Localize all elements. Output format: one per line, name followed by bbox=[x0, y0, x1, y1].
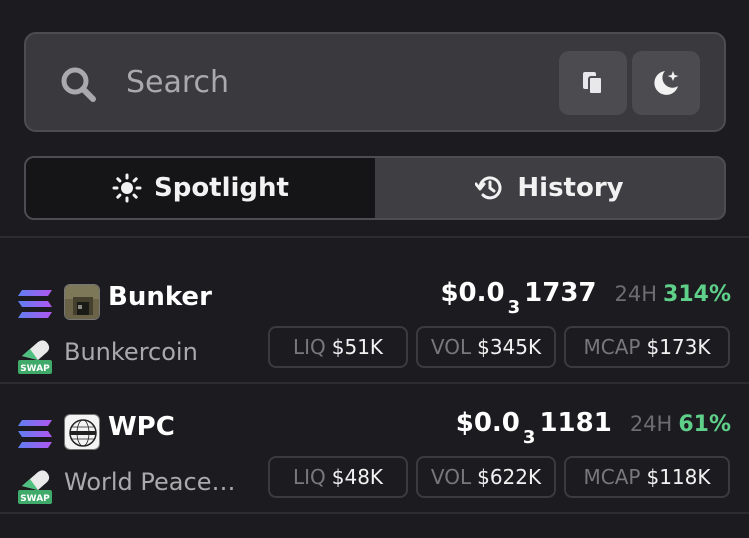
swap-dex-icon: SWAP bbox=[18, 470, 52, 504]
token-symbol: Bunker bbox=[108, 282, 212, 312]
dex-badge-label: SWAP bbox=[20, 494, 50, 504]
divider bbox=[0, 236, 749, 238]
market-cap-pill: MCAP $118K bbox=[564, 456, 730, 498]
solana-icon bbox=[18, 420, 52, 448]
copy-button[interactable] bbox=[559, 51, 627, 115]
token-name: World Peace… bbox=[64, 468, 236, 496]
price-line: $0.0 3 1181 24H 61% bbox=[456, 408, 731, 448]
liquidity-pill: LIQ $51K bbox=[268, 326, 408, 368]
swap-dex-icon: SWAP bbox=[18, 340, 52, 374]
token-price: $0.0 3 1181 bbox=[455, 408, 612, 449]
liquidity-pill: LIQ $48K bbox=[268, 456, 408, 498]
moon-star-icon bbox=[654, 71, 679, 95]
tab-history[interactable]: History bbox=[375, 158, 724, 218]
theme-toggle-button[interactable] bbox=[632, 51, 700, 115]
price-line: $0.0 3 1737 24H 314% bbox=[440, 278, 731, 318]
search-icon bbox=[61, 67, 96, 102]
tab-spotlight-label: Spotlight bbox=[153, 173, 289, 203]
token-price: $0.0 3 1737 bbox=[440, 278, 597, 319]
divider bbox=[0, 512, 749, 514]
solana-icon bbox=[18, 290, 52, 318]
sun-icon bbox=[112, 173, 142, 203]
change-label: 24H bbox=[629, 412, 673, 436]
volume-pill: VOL $345K bbox=[416, 326, 556, 368]
change-value: 314% bbox=[663, 282, 731, 307]
tab-spotlight[interactable]: Spotlight bbox=[26, 158, 375, 218]
token-symbol: WPC bbox=[108, 412, 175, 442]
tab-history-label: History bbox=[517, 173, 624, 203]
volume-pill: VOL $622K bbox=[416, 456, 556, 498]
clipboard-icon bbox=[583, 72, 603, 95]
change-value: 61% bbox=[678, 412, 731, 437]
market-cap-pill: MCAP $173K bbox=[564, 326, 730, 368]
token-row[interactable]: WPC SWAP World Peace… $0.0 3 1181 24H 61% … bbox=[0, 404, 749, 534]
history-icon bbox=[475, 176, 502, 200]
token-row[interactable]: Bunker SWAP Bunkercoin $0.0 3 1737 24H 314… bbox=[0, 274, 749, 404]
token-logo bbox=[64, 284, 100, 320]
token-name: Bunkercoin bbox=[64, 338, 198, 366]
token-logo bbox=[64, 414, 100, 450]
dex-badge-label: SWAP bbox=[20, 364, 50, 374]
divider bbox=[0, 382, 749, 384]
change-label: 24H bbox=[614, 282, 658, 306]
tab-bar: Spotlight History bbox=[24, 156, 726, 220]
search-input[interactable] bbox=[126, 58, 546, 106]
search-bar bbox=[24, 32, 726, 132]
